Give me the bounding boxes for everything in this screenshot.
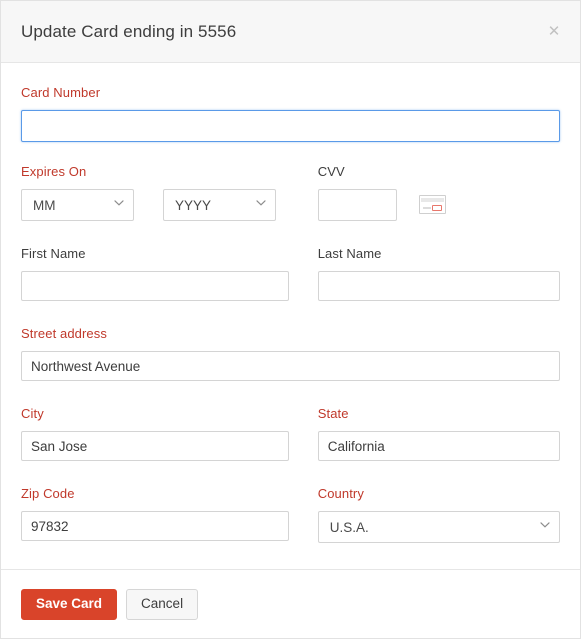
zip-code-input[interactable] bbox=[21, 511, 289, 541]
cancel-button[interactable]: Cancel bbox=[126, 588, 199, 620]
first-name-input[interactable] bbox=[21, 271, 289, 301]
country-select-wrap: U.S.A. bbox=[317, 511, 560, 543]
last-name-field: Last Name bbox=[317, 246, 560, 301]
city-field: City bbox=[21, 406, 289, 461]
country-select[interactable]: U.S.A. bbox=[317, 511, 560, 543]
first-name-field: First Name bbox=[21, 246, 289, 301]
last-name-input[interactable] bbox=[317, 271, 560, 301]
expires-on-label: Expires On bbox=[21, 164, 87, 179]
card-number-row: Card Number bbox=[21, 85, 560, 142]
last-name-label: Last Name bbox=[317, 246, 382, 261]
update-card-dialog: Update Card ending in 5556 ✕ Card Number… bbox=[0, 0, 581, 639]
zip-code-label: Zip Code bbox=[21, 486, 75, 501]
dialog-header: Update Card ending in 5556 ✕ bbox=[1, 1, 580, 63]
street-address-field: Street address bbox=[21, 326, 560, 381]
expiry-cvv-row: Expires On MM YYYY CVV bbox=[21, 164, 560, 221]
cvv-label: CVV bbox=[317, 164, 345, 179]
state-input[interactable] bbox=[317, 431, 560, 461]
street-address-label: Street address bbox=[21, 326, 107, 341]
country-label: Country bbox=[317, 486, 364, 501]
credit-card-cvv-icon[interactable] bbox=[418, 195, 446, 214]
first-name-label: First Name bbox=[21, 246, 86, 261]
card-number-input[interactable] bbox=[21, 110, 560, 142]
save-card-button[interactable]: Save Card bbox=[21, 588, 118, 620]
expiry-month-wrap: MM bbox=[21, 189, 134, 221]
name-row: First Name Last Name bbox=[21, 246, 560, 301]
close-icon[interactable]: ✕ bbox=[544, 22, 564, 42]
city-label: City bbox=[21, 406, 44, 421]
cvv-field: CVV bbox=[317, 164, 560, 221]
street-address-row: Street address bbox=[21, 326, 560, 381]
dialog-title: Update Card ending in 5556 bbox=[21, 21, 237, 41]
zip-code-field: Zip Code bbox=[21, 486, 289, 543]
street-address-input[interactable] bbox=[21, 351, 560, 381]
dialog-body: Card Number Expires On MM YYYY CVV First… bbox=[1, 63, 580, 569]
city-input[interactable] bbox=[21, 431, 289, 461]
expires-on-field: Expires On MM YYYY bbox=[21, 164, 289, 221]
cvv-input[interactable] bbox=[317, 189, 397, 221]
expiry-month-select[interactable]: MM bbox=[21, 189, 134, 221]
expiry-year-select[interactable]: YYYY bbox=[163, 189, 276, 221]
card-number-field: Card Number bbox=[21, 85, 560, 142]
state-field: State bbox=[317, 406, 560, 461]
zip-country-row: Zip Code Country U.S.A. bbox=[21, 486, 560, 543]
city-state-row: City State bbox=[21, 406, 560, 461]
expiry-year-wrap: YYYY bbox=[163, 189, 276, 221]
state-label: State bbox=[317, 406, 349, 421]
dialog-footer: Save Card Cancel bbox=[1, 569, 580, 638]
country-field: Country U.S.A. bbox=[317, 486, 560, 543]
card-number-label: Card Number bbox=[21, 85, 101, 100]
